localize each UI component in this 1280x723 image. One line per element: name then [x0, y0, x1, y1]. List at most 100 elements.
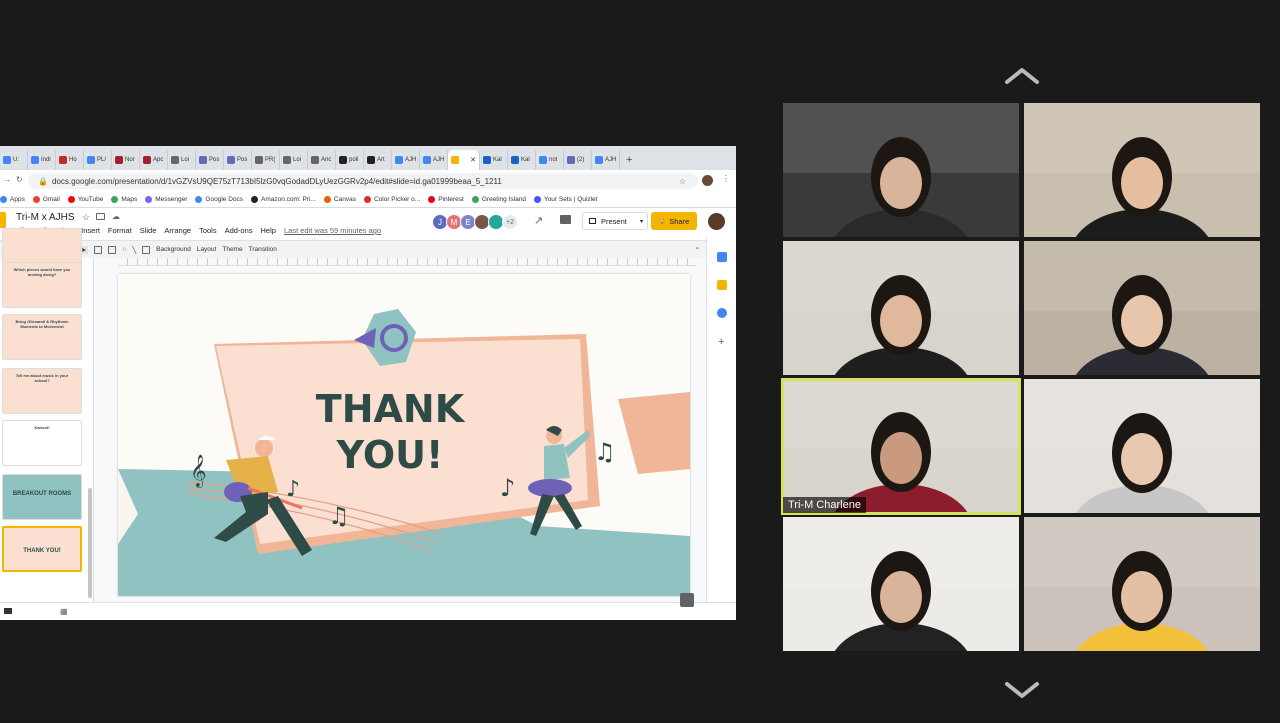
keep-icon[interactable] — [717, 280, 727, 290]
menu-arrange[interactable]: Arrange — [164, 226, 191, 235]
bookmark-item[interactable]: Greeting Island — [471, 196, 526, 203]
menu-addons[interactable]: Add-ons — [225, 226, 253, 235]
browser-tab[interactable]: Loi — [168, 150, 196, 170]
browser-tab[interactable]: AJH — [420, 150, 448, 170]
bookmark-icon — [0, 196, 7, 203]
bookmark-icon — [428, 196, 436, 203]
browser-tab[interactable]: poli — [336, 150, 364, 170]
bookmark-item[interactable]: YouTube — [67, 196, 103, 203]
participant-video-tile[interactable] — [1024, 517, 1260, 651]
bookmark-item[interactable]: Your Sets | Quizlet — [533, 196, 597, 203]
bookmark-item[interactable]: Amazon.com: Pri... — [251, 196, 316, 203]
browser-menu-icon[interactable]: ⋮ — [722, 174, 730, 183]
last-edit-link[interactable]: Last edit was 59 minutes ago — [284, 226, 381, 235]
image-icon[interactable] — [108, 245, 117, 254]
participant-video-tile[interactable] — [783, 241, 1019, 375]
textbox-icon[interactable] — [94, 245, 103, 254]
grid-view-icon[interactable]: ▦ — [60, 607, 68, 616]
browser-tab[interactable]: PL/ — [84, 150, 112, 170]
forward-icon[interactable]: → — [3, 175, 11, 184]
browser-tab[interactable]: Pos — [196, 150, 224, 170]
browser-tab[interactable]: PR( — [252, 150, 280, 170]
close-tab-icon[interactable]: ✕ — [470, 156, 476, 164]
doc-title[interactable]: Tri-M x AJHS — [16, 212, 75, 223]
chevron-down-icon[interactable] — [1004, 680, 1040, 700]
bookmark-item[interactable]: Color Picker o... — [363, 196, 420, 203]
filmstrip-scrollbar[interactable] — [88, 488, 92, 598]
slide-thumbnail[interactable]: Which pieces would have you moving along… — [2, 262, 82, 308]
browser-tab[interactable]: Apc — [140, 150, 168, 170]
layout-button[interactable]: Layout — [197, 246, 217, 253]
move-folder-icon[interactable] — [96, 213, 105, 220]
participant-video-tile[interactable] — [783, 103, 1019, 237]
slide-artwork: THANK YOU! 𝄞 ♪ ♫ ♪ ♫ — [118, 309, 690, 596]
slide-thumbnail[interactable]: THANK YOU! — [2, 526, 82, 572]
slide-canvas[interactable]: THANK YOU! 𝄞 ♪ ♫ ♪ ♫ — [118, 274, 690, 596]
add-addon-icon[interactable]: + — [718, 336, 724, 348]
browser-tab[interactable]: Loi — [280, 150, 308, 170]
slide-thumbnail[interactable]: Kahoot! — [2, 420, 82, 466]
browser-tab[interactable]: Nor — [112, 150, 140, 170]
bookmark-item[interactable]: Pinterest — [428, 196, 464, 203]
menu-format[interactable]: Format — [108, 226, 132, 235]
menu-help[interactable]: Help — [261, 226, 276, 235]
participant-video-tile[interactable] — [1024, 103, 1260, 237]
browser-tab[interactable]: Pos — [224, 150, 252, 170]
browser-tab[interactable]: U: — [0, 150, 28, 170]
menu-tools[interactable]: Tools — [199, 226, 217, 235]
bookmark-icon — [323, 196, 331, 203]
star-icon[interactable]: ☆ — [82, 212, 90, 223]
line-icon[interactable]: ╲ — [132, 246, 136, 254]
participant-video-tile[interactable]: Tri-M Charlene — [781, 378, 1021, 515]
calendar-icon[interactable] — [717, 252, 727, 262]
slide-thumbnail[interactable]: Tell me about music in your school? — [2, 368, 82, 414]
address-bar[interactable]: 🔒 docs.google.com/presentation/d/1vGZVsU… — [28, 173, 698, 189]
browser-tab[interactable]: Art — [364, 150, 392, 170]
profile-avatar[interactable] — [702, 175, 713, 186]
browser-tab[interactable]: (2) — [564, 150, 592, 170]
new-tab-icon[interactable]: + — [626, 154, 632, 166]
comments-icon[interactable] — [560, 215, 571, 224]
present-dropdown-icon[interactable]: ▾ — [640, 218, 643, 225]
more-collaborators[interactable]: +2 — [502, 214, 518, 230]
reload-icon[interactable]: ↻ — [16, 175, 23, 184]
participant-video-tile[interactable] — [1024, 241, 1260, 375]
shape-icon[interactable]: ○ — [122, 246, 126, 253]
browser-tab[interactable]: AJH — [392, 150, 420, 170]
browser-tab[interactable]: Kal — [480, 150, 508, 170]
comment-add-icon[interactable] — [142, 245, 151, 254]
bookmark-item[interactable]: Apps — [0, 196, 25, 203]
theme-button[interactable]: Theme — [222, 246, 242, 253]
menu-slide[interactable]: Slide — [140, 226, 157, 235]
explore-icon[interactable] — [680, 593, 694, 607]
browser-tab[interactable]: Kal — [508, 150, 536, 170]
participant-video-tile[interactable] — [783, 517, 1019, 651]
bookmark-item[interactable]: Canvas — [323, 196, 356, 203]
bookmark-item[interactable]: Google Docs — [195, 196, 243, 203]
browser-tab[interactable]: AJH — [592, 150, 620, 170]
browser-tab[interactable]: Ho — [56, 150, 84, 170]
share-button[interactable]: 🔒 Share — [651, 212, 697, 230]
bookmark-item[interactable]: Messenger — [145, 196, 187, 203]
collapse-toolbar-icon[interactable]: ⌃ — [695, 246, 700, 254]
tab-favicon-icon — [171, 156, 179, 164]
filmstrip-view-icon[interactable] — [4, 608, 12, 614]
browser-tab[interactable]: Indi — [28, 150, 56, 170]
present-button[interactable]: Present ▾ — [582, 212, 648, 230]
chevron-up-icon[interactable] — [1004, 66, 1040, 86]
browser-tab[interactable]: not — [536, 150, 564, 170]
tasks-icon[interactable] — [717, 308, 727, 318]
browser-tab[interactable]: ✕ — [448, 150, 480, 170]
activity-icon[interactable]: ↗ — [534, 214, 543, 227]
browser-tab[interactable]: Anc — [308, 150, 336, 170]
slide-thumbnail[interactable]: BREAKOUT ROOMS — [2, 474, 82, 520]
bookmark-item[interactable]: Gmail — [32, 196, 60, 203]
bookmark-item[interactable]: Maps — [111, 196, 137, 203]
slide-thumbnail[interactable]: Bring Glissandi & Rhythmic Moments to Mo… — [2, 314, 82, 360]
menu-insert[interactable]: Insert — [81, 226, 100, 235]
transition-button[interactable]: Transition — [249, 246, 277, 253]
background-button[interactable]: Background — [156, 246, 191, 253]
account-avatar[interactable] — [708, 213, 725, 230]
participant-video-tile[interactable] — [1024, 379, 1260, 513]
bookmark-star-icon[interactable]: ☆ — [679, 177, 686, 186]
